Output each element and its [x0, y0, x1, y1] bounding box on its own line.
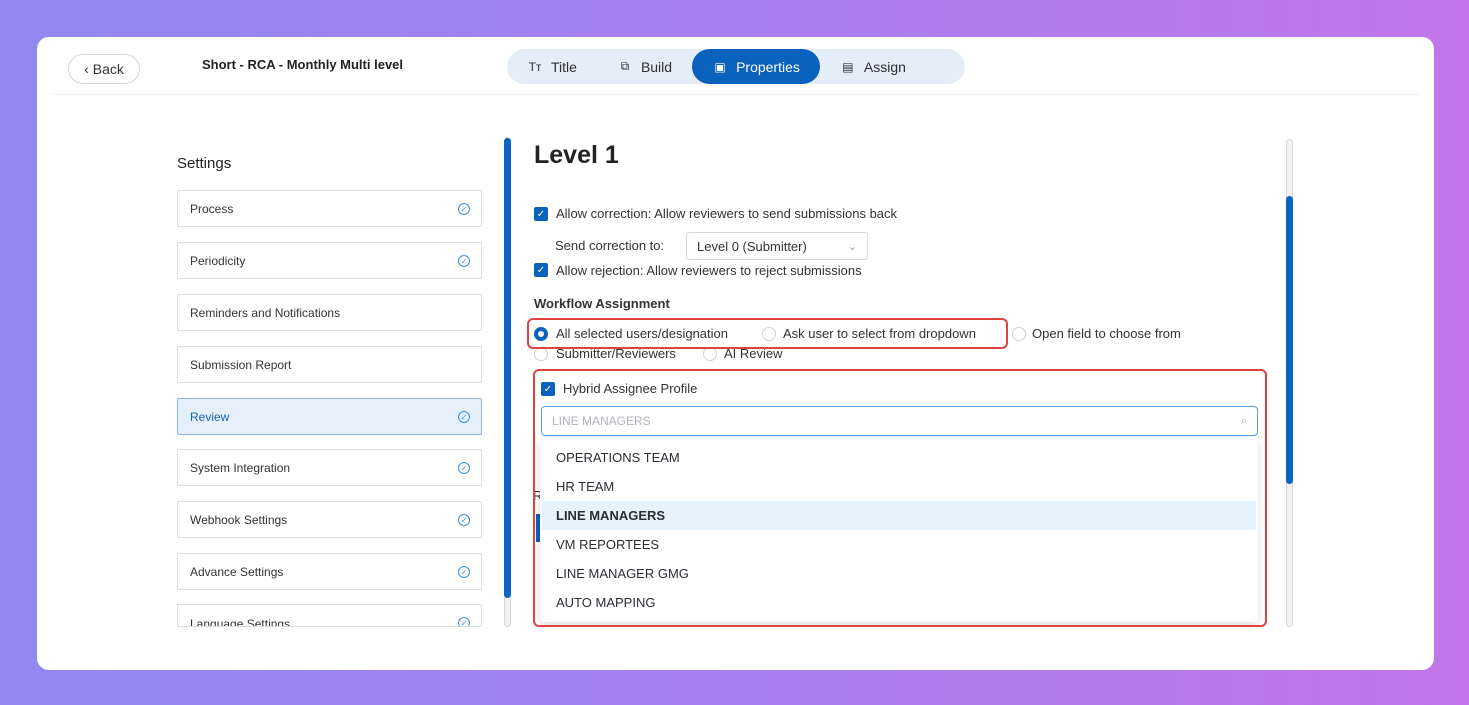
- sidebar-item-periodicity[interactable]: Periodicity ✓: [177, 242, 482, 279]
- sidebar-item-label: Language Settings: [190, 617, 291, 627]
- sidebar-item-webhook-settings[interactable]: Webhook Settings ✓: [177, 501, 482, 538]
- tab-title[interactable]: Tт Title: [507, 49, 597, 84]
- tab-build[interactable]: ⧉ Build: [597, 49, 692, 84]
- tab-assign[interactable]: ▤ Assign: [820, 49, 926, 84]
- back-label: Back: [92, 61, 124, 77]
- highlight-radio-box: [527, 318, 1008, 349]
- radio-submitter-reviewers[interactable]: [534, 347, 548, 361]
- sidebar-item-reminders[interactable]: Reminders and Notifications: [177, 294, 482, 331]
- build-icon: ⧉: [620, 59, 630, 73]
- sidebar-item-label: Reminders and Notifications: [190, 305, 341, 320]
- radio-ai-review[interactable]: [703, 347, 717, 361]
- sidebar-item-process[interactable]: Process ✓: [177, 190, 482, 227]
- chevron-left-icon: ‹: [84, 61, 89, 77]
- check-circle-icon: ✓: [458, 203, 470, 215]
- sidebar-item-label: Submission Report: [190, 357, 292, 372]
- scroll-thumb[interactable]: [504, 138, 511, 598]
- chevron-down-icon: ⌄: [847, 240, 857, 253]
- tab-title-label: Title: [551, 58, 577, 75]
- content-scroll-left[interactable]: [504, 137, 511, 627]
- text-icon: Tт: [528, 59, 542, 74]
- radio-open-field-label: Open field to choose from: [1032, 326, 1181, 341]
- check-circle-icon: ✓: [458, 462, 470, 474]
- settings-title: Settings: [177, 155, 232, 172]
- properties-icon: ▣: [714, 59, 726, 74]
- sidebar-item-label: Review: [190, 409, 230, 424]
- sidebar-item-advance-settings[interactable]: Advance Settings ✓: [177, 553, 482, 590]
- check-circle-icon: ✓: [458, 255, 470, 267]
- check-circle-icon: ✓: [458, 514, 470, 526]
- level-title: Level 1: [534, 141, 619, 169]
- send-correction-value: Level 0 (Submitter): [697, 238, 807, 254]
- sidebar-item-label: System Integration: [190, 460, 291, 475]
- sidebar-item-review[interactable]: Review ✓: [177, 398, 482, 435]
- workflow-assignment-label: Workflow Assignment: [534, 296, 670, 311]
- assign-icon: ▤: [842, 59, 854, 74]
- send-correction-select[interactable]: Level 0 (Submitter) ⌄: [686, 232, 868, 260]
- tab-bar: Tт Title ⧉ Build ▣ Properties ▤ Assign: [507, 49, 965, 84]
- main-card: ‹ Back Short - RCA - Monthly Multi level…: [37, 37, 1434, 670]
- form-title: Short - RCA - Monthly Multi level: [202, 57, 404, 72]
- back-button[interactable]: ‹ Back: [68, 54, 140, 84]
- allow-rejection-label: Allow rejection: Allow reviewers to reje…: [556, 263, 862, 278]
- radio-open-field[interactable]: [1012, 327, 1026, 341]
- check-circle-icon: ✓: [458, 566, 470, 578]
- allow-correction-label: Allow correction: Allow reviewers to sen…: [556, 206, 898, 221]
- tab-properties-label: Properties: [736, 58, 800, 75]
- tab-assign-label: Assign: [863, 58, 906, 75]
- content-scroll-right[interactable]: [1286, 139, 1293, 627]
- allow-rejection-checkbox[interactable]: ✓: [534, 263, 548, 277]
- tab-properties[interactable]: ▣ Properties: [692, 49, 820, 84]
- sidebar-item-label: Webhook Settings: [190, 512, 288, 527]
- sidebar-item-submission-report[interactable]: Submission Report: [177, 346, 482, 383]
- sidebar-item-label: Periodicity: [190, 253, 246, 268]
- sidebar-item-system-integration[interactable]: System Integration ✓: [177, 449, 482, 486]
- sidebar-item-label: Advance Settings: [190, 564, 284, 579]
- scroll-thumb[interactable]: [1286, 196, 1293, 484]
- tab-build-label: Build: [640, 58, 673, 75]
- sidebar-item-language-settings[interactable]: Language Settings ✓: [177, 604, 482, 627]
- sidebar-item-label: Process: [190, 201, 234, 216]
- top-bar: ‹ Back Short - RCA - Monthly Multi level…: [52, 37, 1419, 95]
- highlight-dropdown-box: [533, 369, 1267, 627]
- check-circle-icon: ✓: [458, 617, 470, 626]
- allow-correction-checkbox[interactable]: ✓: [534, 207, 548, 221]
- send-correction-label: Send correction to:: [555, 238, 665, 253]
- check-circle-icon: ✓: [458, 411, 470, 423]
